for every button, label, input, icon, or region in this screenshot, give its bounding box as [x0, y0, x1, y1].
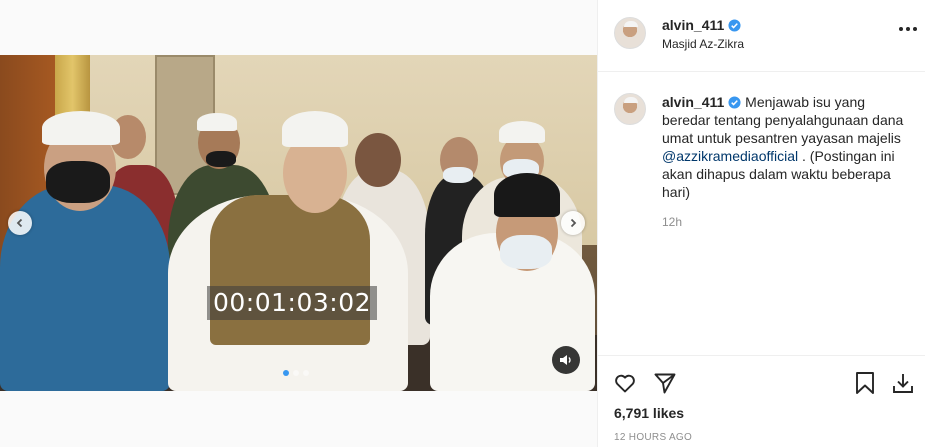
video-person-cap — [42, 111, 120, 145]
carousel-indicator — [283, 370, 309, 376]
caption-username[interactable]: alvin_411 — [662, 94, 724, 110]
post-video[interactable] — [0, 55, 597, 391]
post-caption: alvin_411 Menjawab isu yang beredar tent… — [662, 93, 907, 201]
chevron-right-icon — [570, 218, 577, 228]
video-person-mask — [46, 161, 110, 203]
video-person-mask — [443, 167, 473, 183]
save-button[interactable] — [852, 370, 878, 396]
author-username[interactable]: alvin_411 — [662, 17, 724, 33]
video-person-cap — [197, 113, 237, 131]
chevron-left-icon — [16, 218, 23, 228]
author-avatar[interactable] — [614, 17, 646, 49]
post-location[interactable]: Masjid Az-Zikra — [662, 37, 744, 51]
media-pane: 00:01:03:02 — [0, 0, 597, 447]
download-icon — [893, 374, 913, 393]
caption-author-avatar[interactable] — [614, 93, 646, 125]
like-count[interactable]: 6,791 likes — [614, 405, 684, 421]
post-header: alvin_411 Masjid Az-Zikra — [598, 0, 925, 72]
download-button[interactable] — [890, 370, 916, 396]
verified-badge-icon — [728, 19, 741, 32]
carousel-dot — [303, 370, 309, 376]
carousel-dot — [293, 370, 299, 376]
share-button[interactable] — [652, 370, 678, 396]
more-options-icon[interactable] — [899, 27, 917, 31]
sound-toggle-button[interactable] — [552, 346, 580, 374]
post-actions: 6,791 likes 12 HOURS AGO — [598, 355, 925, 447]
caption-timestamp: 12h — [662, 215, 683, 229]
verified-badge-icon — [728, 96, 741, 109]
video-person-mask — [500, 235, 552, 269]
heart-icon — [615, 374, 635, 393]
video-person-head — [355, 133, 401, 187]
video-person-cap — [494, 173, 560, 217]
speaker-icon — [560, 355, 571, 365]
video-person-cap — [282, 111, 348, 147]
post-side-panel: alvin_411 Masjid Az-Zikra alvin_411 Menj… — [597, 0, 925, 447]
carousel-dot — [283, 370, 289, 376]
bookmark-icon — [856, 372, 874, 394]
video-person-mask — [206, 151, 236, 167]
video-person-cap — [499, 121, 545, 143]
video-person-vest — [210, 195, 370, 345]
post-timestamp: 12 HOURS AGO — [614, 432, 693, 443]
like-button[interactable] — [612, 370, 638, 396]
carousel-prev-button[interactable] — [8, 211, 32, 235]
share-icon — [654, 373, 676, 394]
caption-mention-link[interactable]: @azzikramediaofficial — [662, 148, 798, 164]
author-username-row: alvin_411 — [662, 17, 741, 33]
video-timecode: 00:01:03:02 — [207, 286, 377, 320]
carousel-next-button[interactable] — [561, 211, 585, 235]
